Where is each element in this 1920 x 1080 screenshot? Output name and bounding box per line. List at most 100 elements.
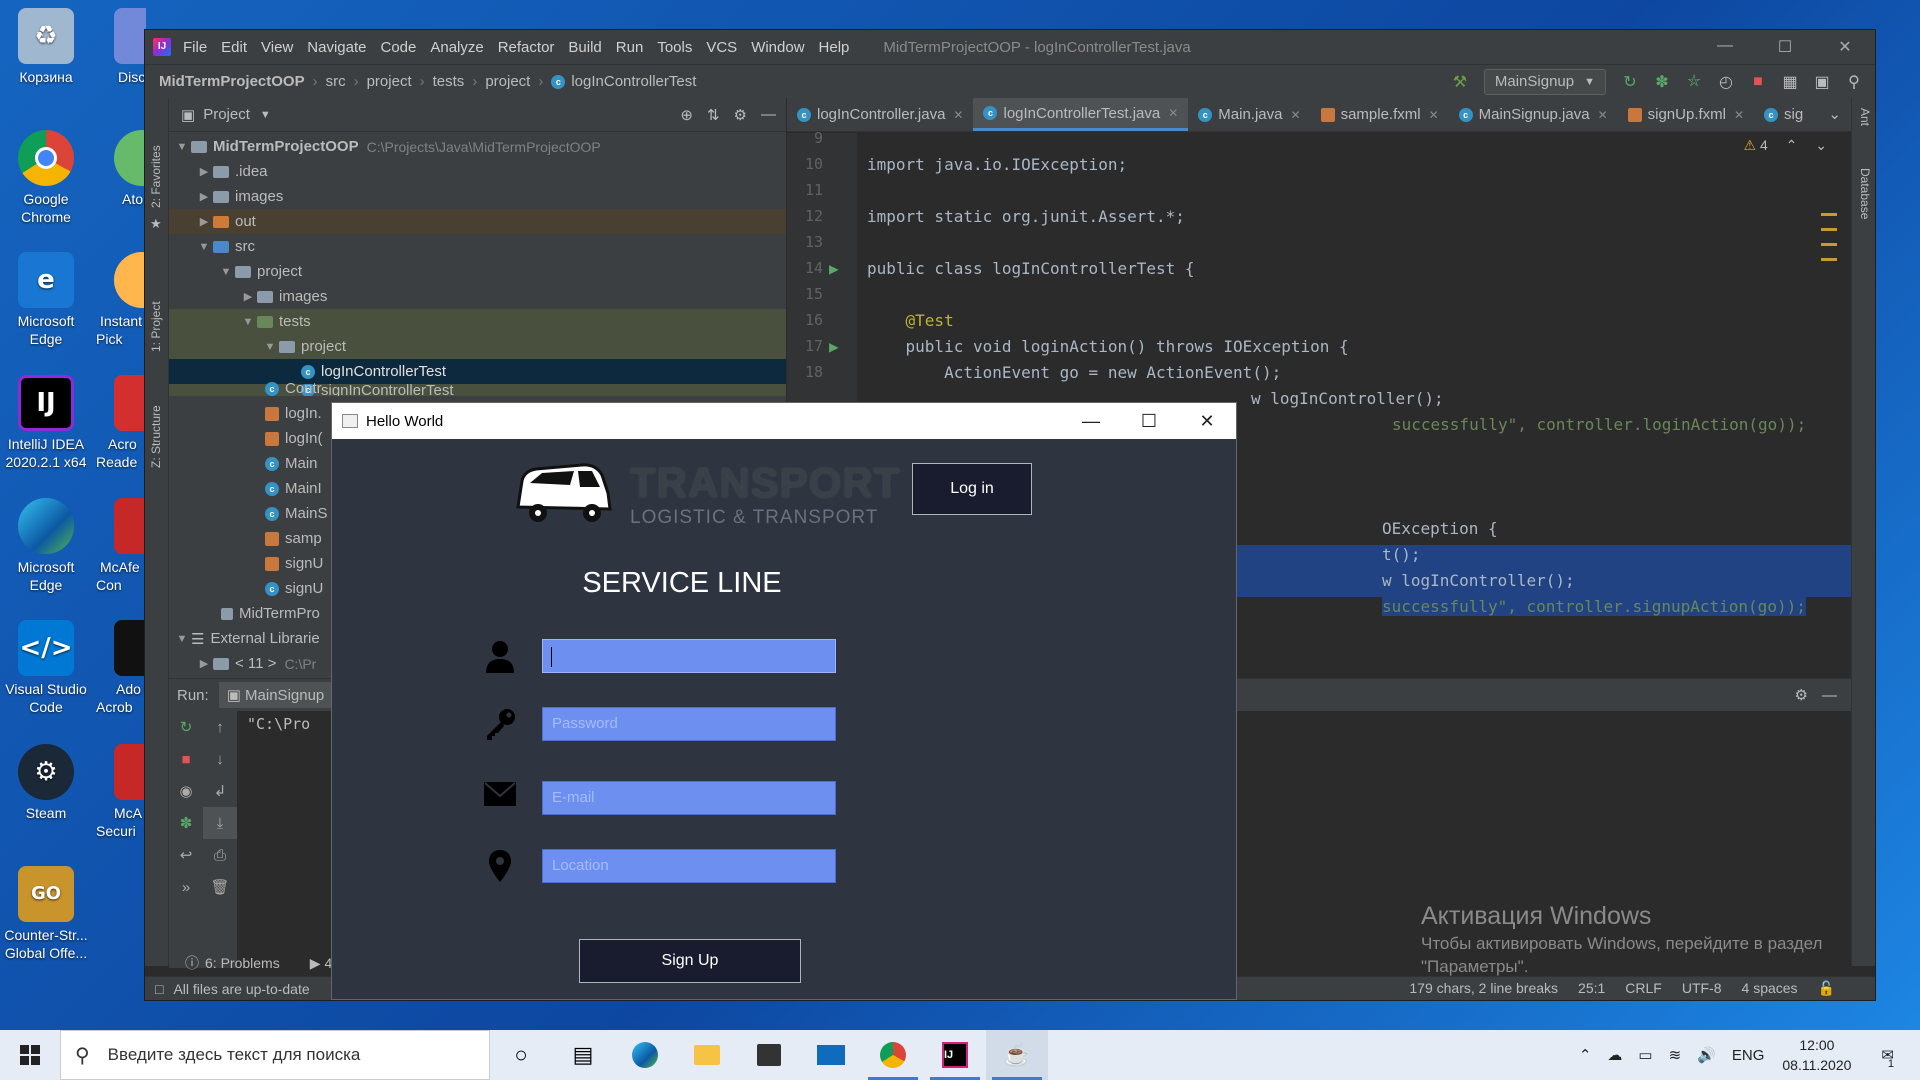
close-icon[interactable]: ✕ (1291, 108, 1301, 122)
close-icon[interactable]: ✕ (953, 108, 963, 122)
scroll-to-end-icon[interactable]: ⤓ (203, 807, 237, 839)
taskbar-chrome-icon[interactable] (862, 1030, 924, 1080)
desktop-icon-intellij[interactable]: IJ IntelliJ IDEA 2020.2.1 x64 (2, 375, 90, 471)
tab-main-signup[interactable]: c MainSignup.java ✕ (1449, 98, 1618, 131)
breadcrumb-tests[interactable]: tests (433, 73, 465, 90)
chevron-down-icon[interactable]: ▼ (217, 266, 235, 278)
stop-icon[interactable]: ■ (1747, 71, 1769, 93)
run-gutter-icon[interactable]: ▶ (829, 337, 839, 356)
tree-item-project[interactable]: ▼ project (169, 259, 786, 284)
menu-analyze[interactable]: Analyze (430, 39, 483, 56)
tab-login-controller-test[interactable]: c logInControllerTest.java ✕ (973, 98, 1189, 131)
chevron-right-icon[interactable]: ▶ (239, 290, 257, 303)
tab-sig[interactable]: c sig (1754, 98, 1813, 131)
desktop-icon-edge-legacy[interactable]: e Microsoft Edge (2, 252, 90, 348)
exit-icon[interactable]: ↩ (169, 839, 203, 871)
volume-icon[interactable]: 🔊 (1697, 1046, 1716, 1064)
breadcrumb-class[interactable]: logInControllerTest (571, 73, 696, 90)
menu-build[interactable]: Build (568, 39, 601, 56)
lock-icon[interactable]: 🔓 (1818, 980, 1835, 997)
breadcrumb-project-sub[interactable]: project (485, 73, 530, 90)
desktop-icon-instant-pick[interactable]: Instant Pick (96, 252, 146, 348)
wifi-icon[interactable]: ≋ (1669, 1046, 1682, 1064)
mail-icon[interactable] (800, 1030, 862, 1080)
console-output[interactable]: "C:\Pro (247, 715, 310, 733)
collapse-all-icon[interactable]: ⇅ (707, 106, 720, 124)
chevron-right-icon[interactable]: ▶ (195, 657, 213, 670)
debug-icon[interactable]: ✽ (1651, 71, 1673, 93)
task-view-icon[interactable]: ▤ (552, 1030, 614, 1080)
stripe-project[interactable]: 1: Project (149, 301, 163, 352)
run-tab-mainsignup[interactable]: ▣ MainSignup (218, 682, 333, 708)
soft-wrap-icon[interactable]: ↲ (203, 775, 237, 807)
tree-item-idea[interactable]: ▶ .idea (169, 159, 786, 184)
desktop-icon-mcafee-security[interactable]: McA Securi (96, 744, 146, 840)
notification-icon[interactable]: ✉ 1 (1881, 1046, 1894, 1070)
hide-icon[interactable]: — (761, 106, 776, 123)
status-caret-position[interactable]: 25:1 (1578, 980, 1605, 997)
tab-main[interactable]: c Main.java ✕ (1188, 98, 1310, 131)
tree-item-images-pkg[interactable]: ▶ images (169, 284, 786, 309)
chevron-right-icon[interactable]: ▶ (195, 190, 213, 203)
layout-icon[interactable]: ▣ (1811, 71, 1833, 93)
tree-item-jdk[interactable]: ▶ < 11 > C:\Pr (169, 651, 329, 676)
chevron-right-icon[interactable]: ▶ (195, 165, 213, 178)
gear-icon[interactable]: ⚙ (1795, 686, 1808, 704)
desktop-icon-recycle-bin[interactable]: ♻ Корзина (2, 8, 90, 86)
search-icon[interactable]: ⚲ (1843, 71, 1865, 93)
chevron-down-icon[interactable]: ⌄ (1818, 105, 1851, 131)
taskbar-search[interactable]: ⚲ Введите здесь текст для поиска (60, 1030, 490, 1080)
menu-vcs[interactable]: VCS (706, 39, 737, 56)
menu-help[interactable]: Help (819, 39, 850, 56)
rerun-icon[interactable]: ↻ (169, 711, 203, 743)
tree-item-iml[interactable]: MidTermPro (169, 601, 329, 626)
tree-item-tests-project[interactable]: ▼ project (169, 334, 786, 359)
menu-refactor[interactable]: Refactor (498, 39, 555, 56)
stripe-structure[interactable]: Z: Structure (149, 405, 163, 468)
coverage-icon[interactable]: ⛦ (1683, 71, 1705, 93)
tree-item-login-fxml[interactable]: logIn. (169, 401, 329, 426)
file-explorer-icon[interactable] (676, 1030, 738, 1080)
menu-tools[interactable]: Tools (657, 39, 692, 56)
run-gutter-icon[interactable]: ▶ (829, 259, 839, 278)
login-button[interactable]: Log in (912, 463, 1032, 515)
chevron-up-icon[interactable]: ⌃ (1579, 1046, 1592, 1064)
stripe-database[interactable]: Database (1858, 168, 1872, 219)
status-encoding[interactable]: UTF-8 (1682, 980, 1722, 997)
tree-item-login-fxml-2[interactable]: logIn( (169, 426, 329, 451)
menu-edit[interactable]: Edit (221, 39, 247, 56)
close-icon[interactable]: ✕ (1815, 37, 1875, 57)
stripe-favorites[interactable]: 2: Favorites (149, 145, 163, 208)
taskbar-edge-icon[interactable] (614, 1030, 676, 1080)
print-icon[interactable]: ⎙ (203, 839, 237, 871)
minimize-icon[interactable]: — (1695, 37, 1755, 57)
run-config-select[interactable]: MainSignup ▼ (1483, 68, 1606, 95)
language-indicator[interactable]: ENG (1732, 1047, 1765, 1064)
profile-icon[interactable]: ◴ (1715, 71, 1737, 93)
tree-item-images[interactable]: ▶ images (169, 184, 786, 209)
gear-icon[interactable]: ⚙ (734, 106, 747, 124)
tree-item-out[interactable]: ▶ out (169, 209, 786, 234)
close-icon[interactable]: ✕ (1598, 108, 1608, 122)
close-icon[interactable]: ✕ (1734, 108, 1744, 122)
chevron-down-icon[interactable]: ▼ (195, 241, 213, 253)
tree-item-signup-java[interactable]: c signU (169, 576, 329, 601)
stripe-ant[interactable]: Ant (1858, 108, 1872, 126)
trash-icon[interactable]: 🗑 (203, 871, 237, 903)
close-icon[interactable]: ✕ (1429, 108, 1439, 122)
debug-icon[interactable]: ✽ (169, 807, 203, 839)
breadcrumb-project[interactable]: MidTermProjectOOP (159, 73, 305, 90)
minimize-icon[interactable]: — (1062, 411, 1120, 432)
tree-item-main-signup[interactable]: c MainS (169, 501, 329, 526)
password-field[interactable]: Password (542, 707, 836, 741)
project-panel-title[interactable]: Project (203, 106, 250, 123)
tab-problems[interactable]: 6: Problems (205, 955, 280, 971)
clock[interactable]: 12:00 08.11.2020 (1782, 1035, 1851, 1075)
cortana-icon[interactable]: ○ (490, 1030, 552, 1080)
menu-view[interactable]: View (261, 39, 293, 56)
close-icon[interactable]: ✕ (1178, 411, 1236, 432)
tab-sample-fxml[interactable]: sample.fxml ✕ (1311, 98, 1449, 131)
email-field[interactable]: E-mail (542, 781, 836, 815)
more-icon[interactable]: » (169, 871, 203, 903)
desktop-icon-chrome[interactable]: Google Chrome (2, 130, 90, 226)
